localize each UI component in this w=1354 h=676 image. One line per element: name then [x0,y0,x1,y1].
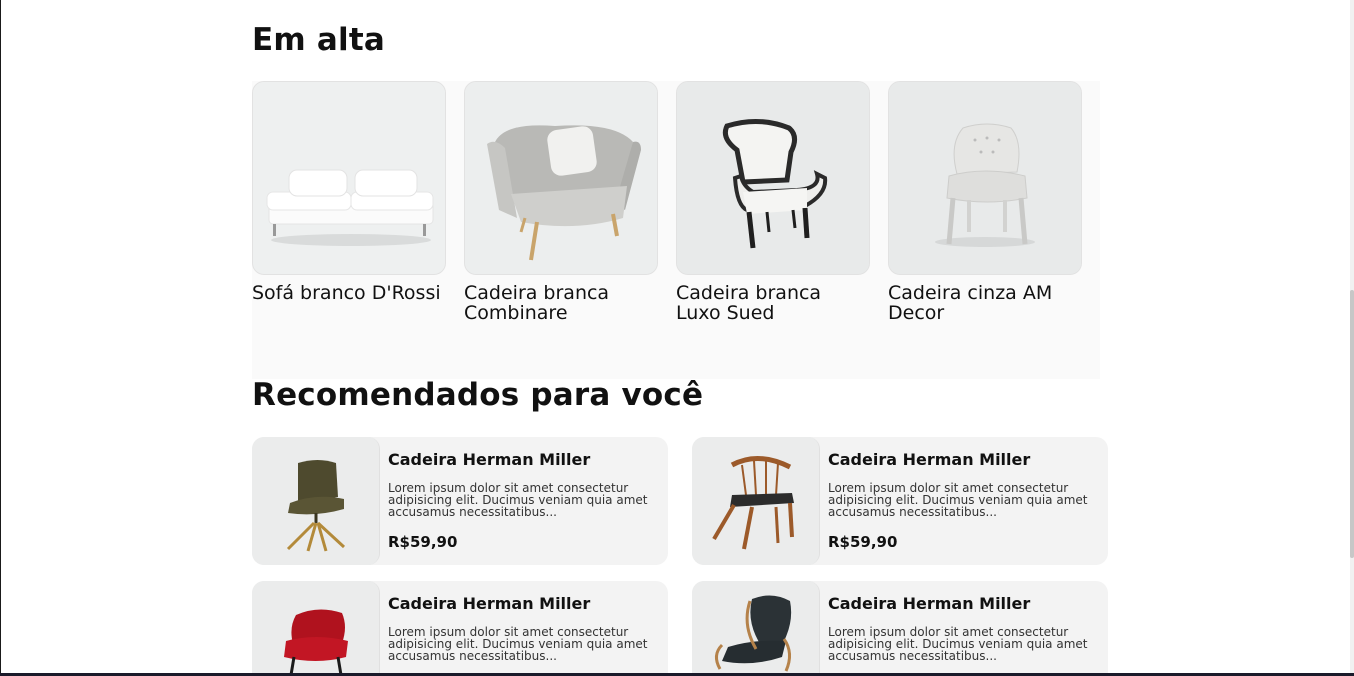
product-name[interactable]: Cadeira branca Combinare [464,283,658,323]
product-name[interactable]: Cadeira Herman Miller [828,450,1030,469]
trending-card[interactable]: Cadeira branca Luxo Sued [676,81,870,323]
product-name[interactable]: Cadeira Herman Miller [828,594,1030,613]
baroque-chair-icon [677,82,869,274]
product-name[interactable]: Cadeira Herman Miller [388,594,590,613]
trending-carousel: Sofá branco D'Rossi Cadeira branca Combi… [252,81,1100,379]
recommended-card[interactable]: Cadeira Herman Miller Lorem ipsum dolor … [692,437,1108,565]
recommended-card[interactable]: Cadeira Herman Miller Lorem ipsum dolor … [252,437,668,565]
wooden-spindle-chair-icon [692,437,819,565]
product-price: R$59,90 [828,533,898,551]
product-image[interactable] [252,581,380,676]
grey-armchair-icon [465,82,657,274]
window-left-border [0,0,1,676]
trending-card[interactable]: Cadeira cinza AM Decor [888,81,1082,323]
brown-swivel-chair-icon [252,437,379,565]
product-description: Lorem ipsum dolor sit amet consectetur a… [388,481,648,519]
recommended-card[interactable]: Cadeira Herman Miller Lorem ipsum dolor … [692,581,1108,676]
product-description: Lorem ipsum dolor sit amet consectetur a… [828,481,1088,519]
product-image[interactable] [692,581,820,676]
tufted-chair-icon [889,82,1081,274]
product-image[interactable] [252,81,446,275]
trending-card[interactable]: Sofá branco D'Rossi [252,81,446,303]
page-scrollbar[interactable] [1350,0,1354,676]
product-price: R$59,90 [388,533,458,551]
section-title-trending: Em alta [252,22,385,58]
scrollbar-thumb[interactable] [1350,290,1354,558]
product-name[interactable]: Cadeira cinza AM Decor [888,283,1082,323]
red-velvet-chair-icon [252,581,379,676]
product-image[interactable] [888,81,1082,275]
product-image[interactable] [464,81,658,275]
product-image[interactable] [252,437,380,565]
product-name[interactable]: Sofá branco D'Rossi [252,283,446,303]
product-name[interactable]: Cadeira Herman Miller [388,450,590,469]
white-sofa-icon [253,82,445,274]
section-title-recommended: Recomendados para você [252,377,704,413]
product-image[interactable] [676,81,870,275]
recommended-card[interactable]: Cadeira Herman Miller Lorem ipsum dolor … [252,581,668,676]
product-image[interactable] [692,437,820,565]
product-description: Lorem ipsum dolor sit amet consectetur a… [388,625,648,663]
product-name[interactable]: Cadeira branca Luxo Sued [676,283,870,323]
product-description: Lorem ipsum dolor sit amet consectetur a… [828,625,1088,663]
black-lounge-chair-icon [692,581,819,676]
trending-card[interactable]: Cadeira branca Combinare [464,81,658,323]
